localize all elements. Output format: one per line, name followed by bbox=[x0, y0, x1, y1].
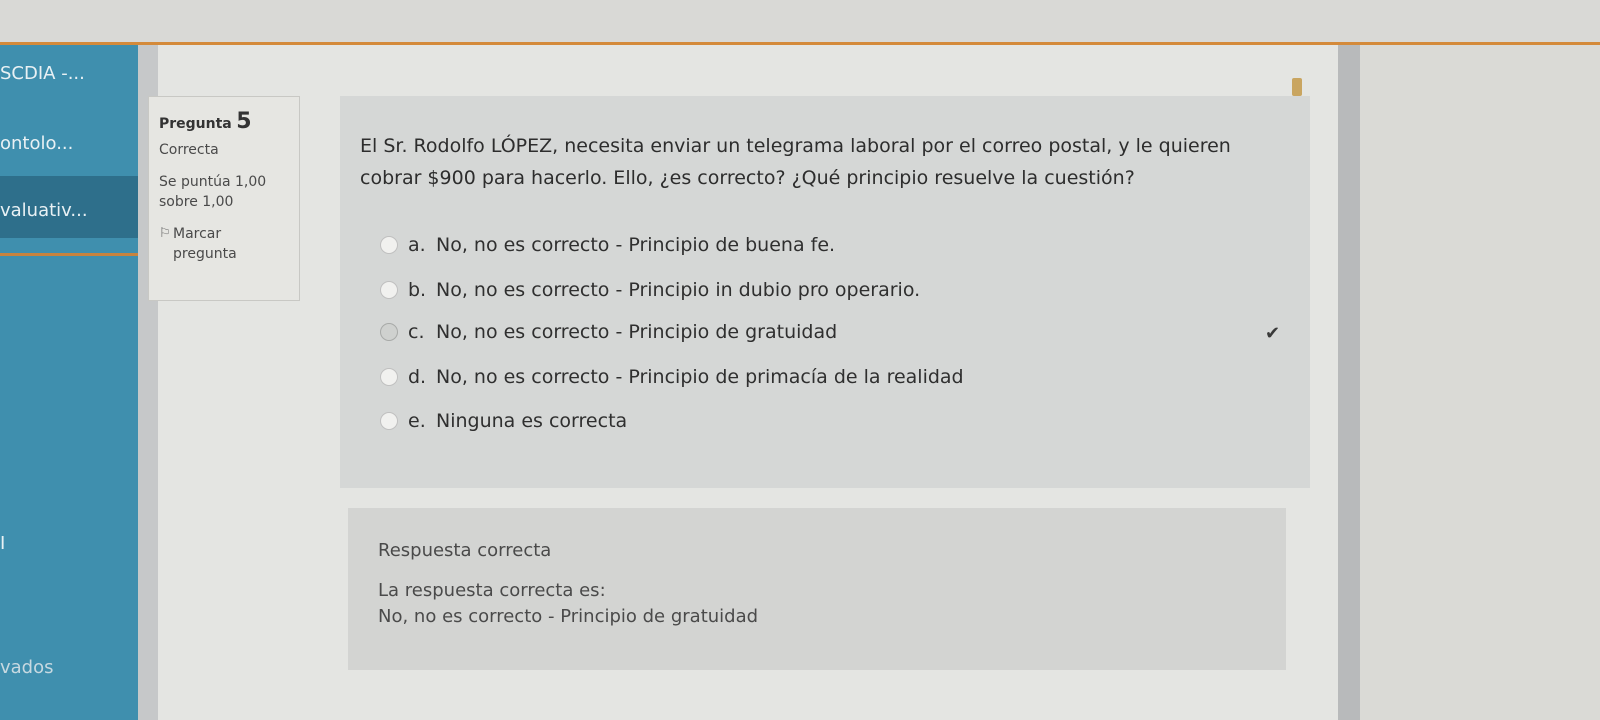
radio-a[interactable] bbox=[380, 236, 398, 254]
answer-option-e[interactable]: e. Ninguna es correcta bbox=[380, 407, 627, 435]
question-label: Pregunta bbox=[159, 116, 232, 132]
scroll-indicator-icon bbox=[1292, 78, 1302, 96]
scrollbar[interactable] bbox=[1338, 45, 1360, 720]
feedback-status: Respuesta correcta bbox=[378, 540, 552, 561]
answer-option-b[interactable]: b. No, no es correcto - Principio in dub… bbox=[380, 276, 920, 304]
radio-c[interactable] bbox=[380, 323, 398, 341]
answer-letter: a. bbox=[408, 234, 426, 256]
radio-e[interactable] bbox=[380, 412, 398, 430]
sidebar-item-course[interactable]: SCDIA -... bbox=[0, 63, 138, 84]
radio-b[interactable] bbox=[380, 281, 398, 299]
answer-text: Ninguna es correcta bbox=[436, 410, 628, 432]
check-icon: ✔ bbox=[1265, 323, 1281, 344]
flag-icon: ⚐ bbox=[159, 226, 171, 241]
sidebar-item-label: valuativ... bbox=[0, 200, 88, 221]
question-text: El Sr. Rodolfo LÓPEZ, necesita enviar un… bbox=[360, 135, 1231, 189]
radio-d[interactable] bbox=[380, 368, 398, 386]
flag-question-label: Marcar pregunta bbox=[173, 226, 237, 262]
sidebar: SCDIA -... ontolo... valuativ... I vados bbox=[0, 45, 138, 720]
sidebar-item-partial[interactable]: I bbox=[0, 533, 138, 554]
answer-option-a[interactable]: a. No, no es correcto - Principio de bue… bbox=[380, 231, 835, 259]
answer-text: No, no es correcto - Principio de gratui… bbox=[436, 321, 838, 343]
sidebar-item-vados[interactable]: vados bbox=[0, 657, 138, 678]
sidebar-divider bbox=[0, 253, 138, 256]
answer-text: No, no es correcto - Principio de primac… bbox=[436, 366, 964, 388]
top-bar bbox=[0, 0, 1600, 45]
answer-letter: d. bbox=[408, 366, 427, 388]
answer-letter: c. bbox=[408, 321, 425, 343]
flag-question-button[interactable]: ⚐ Marcar pregunta bbox=[159, 224, 289, 264]
question-panel: El Sr. Rodolfo LÓPEZ, necesita enviar un… bbox=[340, 96, 1310, 488]
question-status: Correcta bbox=[159, 142, 219, 158]
question-number: 5 bbox=[236, 109, 252, 134]
feedback-intro: La respuesta correcta es: bbox=[378, 580, 606, 601]
answer-option-d[interactable]: d. No, no es correcto - Principio de pri… bbox=[380, 363, 964, 391]
sidebar-item-evaluativ[interactable]: valuativ... bbox=[0, 176, 138, 238]
answer-letter: e. bbox=[408, 410, 426, 432]
feedback-panel: Respuesta correcta La respuesta correcta… bbox=[348, 508, 1286, 670]
sidebar-item-contolo[interactable]: ontolo... bbox=[0, 133, 138, 154]
answer-option-c[interactable]: c. No, no es correcto - Principio de gra… bbox=[380, 318, 837, 346]
feedback-answer: No, no es correcto - Principio de gratui… bbox=[378, 606, 759, 627]
right-area bbox=[1360, 45, 1600, 720]
answer-text: No, no es correcto - Principio de buena … bbox=[436, 234, 836, 256]
question-info: Pregunta 5 Correcta Se puntúa 1,00 sobre… bbox=[148, 96, 300, 301]
question-score: Se puntúa 1,00 sobre 1,00 bbox=[159, 174, 267, 210]
answer-letter: b. bbox=[408, 279, 427, 301]
answer-text: No, no es correcto - Principio in dubio … bbox=[436, 279, 921, 301]
